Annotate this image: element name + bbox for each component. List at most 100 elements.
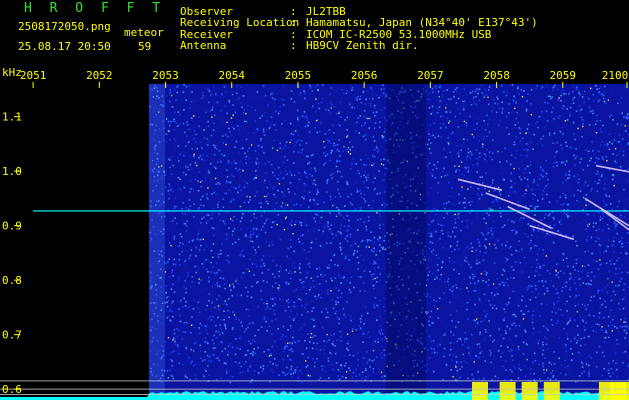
noise-speck bbox=[186, 220, 188, 222]
noise-speck bbox=[247, 157, 250, 159]
noise-speck bbox=[301, 148, 304, 151]
noise-speck bbox=[624, 350, 626, 353]
noise-speck bbox=[311, 321, 313, 324]
noise-speck bbox=[357, 169, 359, 172]
noise-speck bbox=[363, 115, 366, 118]
noise-speck bbox=[556, 200, 558, 203]
noise-speck bbox=[351, 376, 354, 379]
noise-speck bbox=[620, 252, 622, 254]
noise-speck bbox=[493, 339, 496, 341]
noise-speck bbox=[439, 100, 441, 102]
noise-speck bbox=[427, 98, 430, 101]
noise-speck bbox=[339, 330, 342, 333]
noise-speck bbox=[346, 183, 348, 186]
noise-speck bbox=[558, 115, 561, 117]
noise-speck bbox=[187, 354, 189, 356]
noise-speck bbox=[287, 329, 289, 331]
noise-speck bbox=[569, 319, 571, 322]
noise-speck bbox=[384, 167, 386, 169]
noise-speck bbox=[187, 302, 190, 305]
noise-speck bbox=[171, 190, 174, 193]
noise-speck bbox=[459, 239, 461, 242]
noise-speck bbox=[598, 228, 601, 230]
noise-speck bbox=[497, 98, 499, 100]
noise-speck bbox=[277, 281, 280, 283]
noise-speck bbox=[444, 281, 446, 283]
noise-speck bbox=[458, 273, 460, 275]
noise-speck bbox=[381, 376, 383, 378]
noise-speck bbox=[599, 219, 602, 221]
noise-speck bbox=[471, 154, 473, 156]
noise-speck bbox=[539, 166, 542, 168]
noise-speck bbox=[307, 311, 309, 313]
noise-speck bbox=[198, 125, 200, 128]
noise-speck bbox=[177, 145, 180, 147]
noise-speck bbox=[166, 317, 168, 319]
noise-speck bbox=[221, 243, 224, 245]
noise-speck bbox=[443, 355, 445, 358]
noise-speck bbox=[297, 377, 300, 379]
noise-speck bbox=[260, 183, 262, 186]
noise-speck bbox=[619, 111, 621, 114]
noise-speck bbox=[248, 340, 250, 343]
noise-speck bbox=[348, 103, 351, 106]
noise-speck bbox=[326, 328, 329, 330]
noise-speck bbox=[207, 214, 210, 216]
noise-speck bbox=[561, 89, 563, 91]
noise-speck bbox=[217, 331, 220, 333]
noise-speck bbox=[197, 189, 200, 192]
noise-speck bbox=[280, 374, 282, 377]
noise-speck bbox=[340, 224, 343, 227]
noise-speck bbox=[578, 146, 581, 149]
noise-speck bbox=[206, 245, 208, 248]
noise-speck bbox=[599, 251, 602, 254]
noise-speck bbox=[384, 285, 386, 288]
noise-speck bbox=[206, 196, 208, 199]
noise-speck bbox=[504, 330, 507, 332]
noise-speck bbox=[240, 276, 242, 279]
noise-speck bbox=[172, 246, 174, 248]
noise-speck bbox=[310, 154, 313, 157]
noise-speck bbox=[300, 95, 303, 98]
noise-speck bbox=[246, 185, 248, 187]
noise-speck bbox=[432, 169, 434, 171]
noise-speck bbox=[565, 373, 567, 376]
noise-speck bbox=[356, 250, 359, 253]
noise-speck bbox=[257, 305, 259, 308]
noise-speck bbox=[324, 356, 326, 358]
noise-speck bbox=[501, 369, 503, 371]
noise-speck bbox=[310, 161, 313, 164]
noise-speck bbox=[622, 150, 625, 153]
noise-speck bbox=[535, 288, 537, 290]
noise-speck bbox=[240, 215, 243, 217]
noise-speck bbox=[474, 90, 476, 93]
noise-speck bbox=[582, 282, 584, 284]
noise-speck bbox=[499, 324, 501, 326]
noise-speck bbox=[274, 297, 276, 299]
noise-speck bbox=[524, 331, 527, 333]
noise-speck bbox=[187, 120, 189, 122]
noise-speck bbox=[378, 299, 381, 302]
noise-speck bbox=[449, 260, 451, 263]
noise-speck bbox=[440, 127, 442, 129]
noise-speck bbox=[167, 158, 170, 160]
noise-speck bbox=[592, 109, 594, 112]
noise-speck bbox=[172, 315, 174, 318]
noise-speck bbox=[589, 299, 592, 302]
noise-speck bbox=[189, 191, 191, 193]
noise-speck bbox=[482, 182, 484, 184]
noise-speck bbox=[600, 169, 602, 172]
noise-speck bbox=[433, 207, 435, 210]
noise-speck bbox=[584, 344, 586, 346]
noise-speck bbox=[450, 176, 452, 179]
noise-speck bbox=[189, 107, 191, 109]
noise-speck bbox=[476, 122, 478, 125]
noise-speck bbox=[466, 220, 469, 222]
noise-speck bbox=[204, 137, 207, 139]
noise-speck bbox=[561, 286, 564, 289]
noise-speck bbox=[441, 229, 443, 232]
noise-speck bbox=[598, 179, 601, 181]
noise-speck bbox=[525, 262, 527, 264]
noise-speck bbox=[342, 317, 344, 319]
noise-speck bbox=[598, 323, 601, 326]
